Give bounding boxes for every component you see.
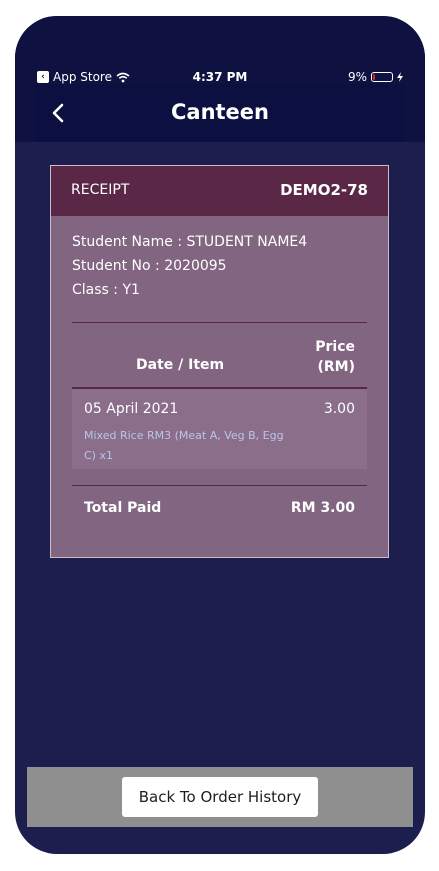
- student-info: Student Name : STUDENT NAME4 Student No …: [72, 230, 307, 302]
- back-to-order-history-button[interactable]: Back To Order History: [122, 777, 318, 817]
- column-header-price-line1: Price: [315, 339, 355, 355]
- item-description: Mixed Rice RM3 (Meat A, Veg B, Egg C) x1: [84, 429, 284, 462]
- item-price: 3.00: [323, 401, 355, 417]
- column-header-price: Price (RM): [315, 337, 355, 377]
- battery-level: [373, 74, 375, 80]
- column-header-price-line2: (RM): [317, 359, 355, 375]
- total-label: Total Paid: [84, 500, 162, 516]
- battery-icon: [371, 72, 393, 82]
- battery-percent: 9%: [347, 70, 367, 84]
- status-right: 9%: [348, 70, 403, 84]
- student-class: Class : Y1: [72, 282, 140, 298]
- receipt-label: RECEIPT: [71, 182, 130, 198]
- receipt-header: RECEIPT DEMO2-78: [51, 166, 388, 216]
- table-row: 05 April 2021 Mixed Rice RM3 (Meat A, Ve…: [72, 389, 367, 469]
- divider: [72, 322, 367, 323]
- divider: [72, 485, 367, 486]
- receipt-card: RECEIPT DEMO2-78 Student Name : STUDENT …: [50, 165, 389, 558]
- total-value: RM 3.00: [290, 500, 355, 516]
- item-date: 05 April 2021: [84, 401, 179, 417]
- student-name: Student Name : STUDENT NAME4: [72, 234, 308, 250]
- nav-bar: Canteen: [35, 84, 405, 142]
- phone-screen: ‹ App Store 4:37 PM 9% Canteen RECEIPT D…: [15, 16, 425, 854]
- page-title: Canteen: [170, 100, 269, 124]
- student-no: Student No : 2020095: [72, 258, 227, 274]
- charging-icon: [397, 72, 403, 82]
- column-header-item: Date / Item: [136, 357, 225, 373]
- receipt-number: DEMO2-78: [280, 181, 368, 199]
- bottom-bar: Back To Order History: [27, 767, 413, 827]
